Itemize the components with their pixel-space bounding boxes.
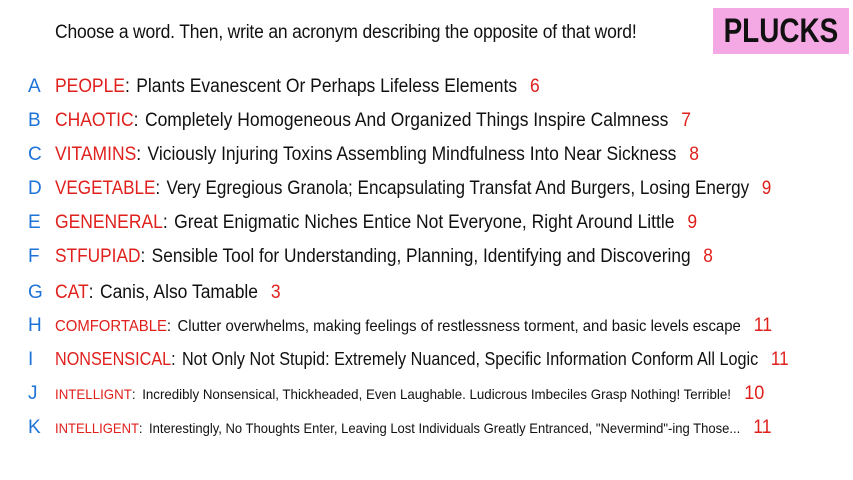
entry-word: COMFORTABLE <box>55 318 167 335</box>
entry-line: VITAMINS: Viciously Injuring Toxins Assem… <box>55 144 699 166</box>
entry-count: 11 <box>770 349 789 370</box>
list-item: E GENENERAL: Great Enigmatic Niches Entic… <box>0 208 853 238</box>
list-item: C VITAMINS: Viciously Injuring Toxins Ass… <box>0 140 853 170</box>
entry-count: 6 <box>530 76 540 97</box>
list-item: D VEGETABLE: Very Egregious Granola; Enca… <box>0 174 853 204</box>
entry-letter: B <box>28 110 41 131</box>
list-item: K INTELLIGENT: Interestingly, No Thoughts… <box>0 413 853 443</box>
entry-letter: F <box>28 246 40 267</box>
entry-word: CHAOTIC <box>55 110 134 131</box>
entry-phrase: Canis, Also Tamable <box>99 282 259 303</box>
entry-count: 8 <box>703 246 713 267</box>
entry-colon: : <box>133 110 139 131</box>
entry-word: PEOPLE <box>55 76 125 97</box>
entry-letter: D <box>28 178 42 199</box>
entry-word: VITAMINS <box>55 144 137 165</box>
entry-line: INTELLIGENT: Interestingly, No Thoughts E… <box>55 417 772 439</box>
entry-word: GENENERAL <box>55 212 163 233</box>
entry-phrase: Interestingly, No Thoughts Enter, Leavin… <box>149 420 741 436</box>
entry-colon: : <box>138 420 143 436</box>
entry-count: 8 <box>689 144 700 165</box>
entry-count: 7 <box>681 110 691 131</box>
entry-count: 11 <box>753 315 773 336</box>
list-item: B CHAOTIC: Completely Homogeneous And Org… <box>0 106 853 136</box>
entry-count: 11 <box>753 417 772 438</box>
entry-colon: : <box>171 349 176 369</box>
list-item: F STFUPIAD: Sensible Tool for Understandi… <box>0 242 853 272</box>
entry-letter: I <box>28 349 34 370</box>
entry-word: VEGETABLE <box>55 178 156 199</box>
entry-colon: : <box>136 144 142 165</box>
entry-word: CAT <box>55 282 89 303</box>
entry-phrase: Sensible Tool for Understanding, Plannin… <box>151 246 691 267</box>
entry-letter: K <box>28 417 41 438</box>
entry-count: 10 <box>744 383 765 404</box>
entry-count: 9 <box>761 178 772 199</box>
entry-line: CAT: Canis, Also Tamable 3 <box>55 282 281 304</box>
entry-line: CHAOTIC: Completely Homogeneous And Organ… <box>55 110 691 132</box>
entry-count: 9 <box>687 212 698 233</box>
entry-phrase: Completely Homogeneous And Organized Thi… <box>144 110 669 131</box>
list-item: I NONSENSICAL: Not Only Not Stupid: Extre… <box>0 345 853 375</box>
list-item: G CAT: Canis, Also Tamable 3 <box>0 278 853 308</box>
entry-colon: : <box>162 212 168 233</box>
entry-phrase: Great Enigmatic Niches Entice Not Everyo… <box>174 212 675 233</box>
entry-letter: G <box>28 282 43 303</box>
entry-colon: : <box>155 178 161 199</box>
entry-colon: : <box>124 76 130 97</box>
entry-phrase: Viciously Injuring Toxins Assembling Min… <box>147 144 677 165</box>
entry-letter: A <box>28 76 41 97</box>
list-item: J INTELLIGNT: Incredibly Nonsensical, Thi… <box>0 379 853 409</box>
entry-phrase: Plants Evanescent Or Perhaps Lifeless El… <box>136 76 518 97</box>
entry-colon: : <box>131 386 136 402</box>
entry-letter: J <box>28 383 38 404</box>
entry-phrase: Incredibly Nonsensical, Thickheaded, Eve… <box>142 386 731 402</box>
entry-colon: : <box>88 282 94 303</box>
acronym-list: A PEOPLE: Plants Evanescent Or Perhaps Li… <box>0 0 853 480</box>
list-item: A PEOPLE: Plants Evanescent Or Perhaps Li… <box>0 72 853 102</box>
entry-phrase: Not Only Not Stupid: Extremely Nuanced, … <box>181 349 759 369</box>
entry-colon: : <box>166 318 172 335</box>
entry-word: STFUPIAD <box>55 246 141 267</box>
entry-line: INTELLIGNT: Incredibly Nonsensical, Thick… <box>55 383 764 405</box>
entry-letter: E <box>28 212 41 233</box>
entry-line: COMFORTABLE: Clutter overwhelms, making f… <box>55 315 772 337</box>
entry-line: STFUPIAD: Sensible Tool for Understanding… <box>55 246 713 268</box>
entry-word: NONSENSICAL <box>55 349 172 369</box>
entry-line: VEGETABLE: Very Egregious Granola; Encaps… <box>55 178 771 200</box>
entry-phrase: Clutter overwhelms, making feelings of r… <box>177 318 741 335</box>
entry-phrase: Very Egregious Granola; Encapsulating Tr… <box>166 178 750 199</box>
entry-line: PEOPLE: Plants Evanescent Or Perhaps Life… <box>55 76 540 98</box>
entry-line: NONSENSICAL: Not Only Not Stupid: Extreme… <box>55 349 789 371</box>
entry-word: INTELLIGNT <box>55 386 132 402</box>
entry-count: 3 <box>270 282 281 303</box>
list-item: H COMFORTABLE: Clutter overwhelms, making… <box>0 311 853 341</box>
entry-letter: C <box>28 144 42 165</box>
entry-line: GENENERAL: Great Enigmatic Niches Entice … <box>55 212 697 234</box>
entry-letter: H <box>28 315 42 336</box>
entry-colon: : <box>140 246 146 267</box>
entry-word: INTELLIGENT <box>55 420 139 436</box>
